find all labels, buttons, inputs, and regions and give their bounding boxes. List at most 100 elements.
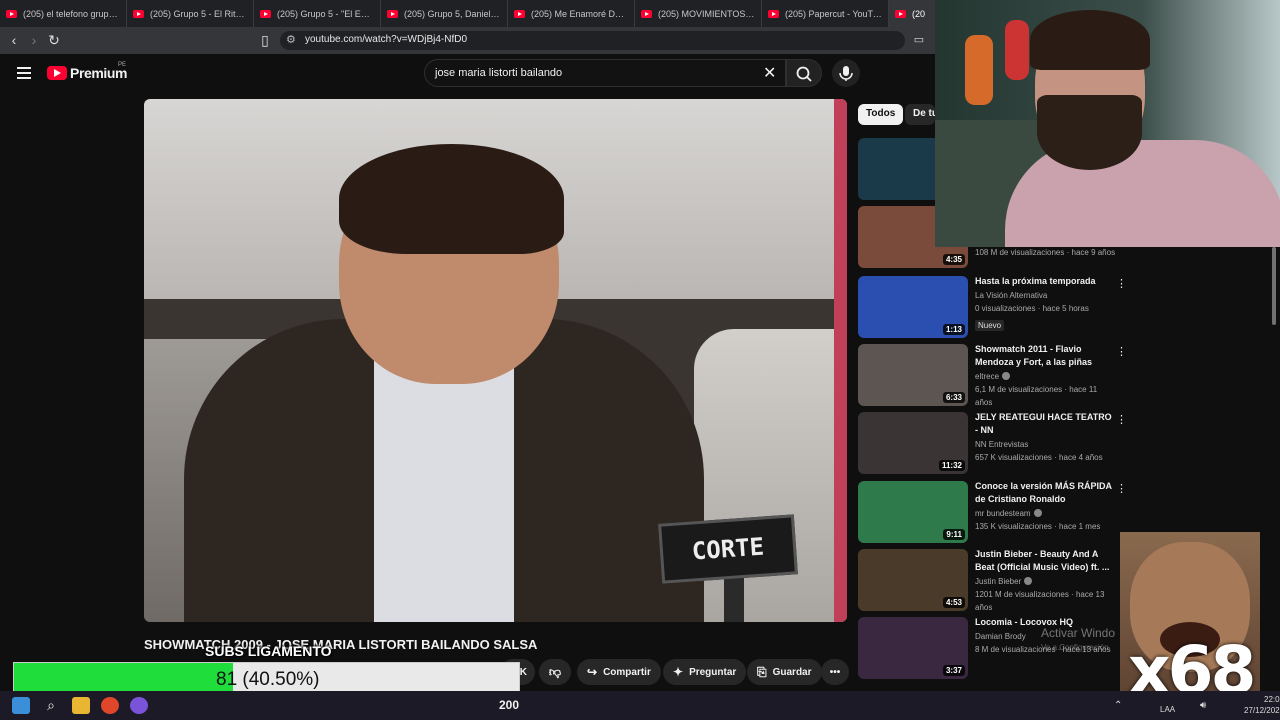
browser-tab[interactable]: (205) el telefono grupo 5 - [0,0,127,27]
channel-name[interactable]: NN Entrevistas [975,438,1115,451]
video-item-title[interactable]: Showmatch 2011 - Flavio Mendoza y Fort, … [975,343,1115,369]
bookmark-icon[interactable]: ▯ [257,32,273,48]
item-menu-icon[interactable]: ⋮ [1116,345,1127,358]
channel-name[interactable]: La Visión Alternativa [975,289,1115,302]
channel-label: La Visión Alternativa [975,291,1048,300]
scrollbar-thumb[interactable] [1272,247,1276,325]
video-meta-partial: 108 M de visualizaciones · hace 9 años [975,248,1116,257]
channel-name[interactable]: Justin Bieber [975,575,1115,588]
menu-icon[interactable] [17,67,31,79]
address-bar[interactable]: ⚙ youtube.com/watch?v=WDjBj4-NfD0 [280,31,905,50]
search-input[interactable]: jose maria listorti bailando ✕ [424,59,786,87]
duration-badge: 4:35 [942,254,965,265]
video-info[interactable]: Showmatch 2011 - Flavio Mendoza y Fort, … [975,343,1115,409]
browser-tab[interactable]: (205) Grupo 5 - "El Embruj [254,0,381,27]
ask-button[interactable]: ✦ Preguntar [663,659,747,685]
youtube-favicon-icon [387,9,398,18]
youtube-favicon-icon [133,9,144,18]
browser-tab[interactable]: (205) Grupo 5 - El Ritmo d [127,0,254,27]
browser-tab-strip: (205) el telefono grupo 5 - (205) Grupo 5… [0,0,935,27]
system-clock[interactable]: 22:03 27/12/2025 [1244,694,1280,716]
save-button[interactable]: ⎘ Guardar [747,659,822,685]
browser-tab[interactable]: (205) Grupo 5, Daniela Dar [381,0,508,27]
mic-icon [839,66,853,81]
reload-icon[interactable]: ↻ [46,32,62,48]
item-menu-icon[interactable]: ⋮ [1116,482,1127,495]
taskbar-counter: 200 [499,698,520,712]
video-info[interactable]: Hasta la próxima temporada La Visión Alte… [975,275,1115,333]
activate-windows-watermark: Activar Windo [1041,626,1116,640]
search-taskbar-icon[interactable]: ⌕ [42,697,60,714]
channel-name[interactable]: eltrece [975,370,1115,383]
webcam-overlay [935,0,1280,247]
chip-todos[interactable]: Todos [858,104,904,125]
youtube-favicon-icon [260,9,271,18]
video-item-title[interactable]: JELY REATEGUI HACE TEATRO - NN [975,411,1115,437]
sidebar-scrollbar[interactable] [1270,247,1278,687]
video-info[interactable]: Justin Bieber - Beauty And A Beat (Offic… [975,548,1115,614]
video-thumbnail[interactable]: 1:13 [858,276,968,338]
share-button[interactable]: ↪ Compartir [577,659,661,685]
voice-search-button[interactable] [832,59,860,87]
channel-label: mr bundesteam [975,509,1031,518]
video-thumbnail[interactable]: 9:11 [858,481,968,543]
like-count: K [519,666,527,678]
duration-badge: 3:37 [942,665,965,676]
video-meta: 6,1 M de visualizaciones · hace 11 años [975,385,1098,407]
chip-de-tu[interactable]: De tu [905,104,935,125]
browser-tab[interactable]: (205) Me Enamoré De Ti, Y [508,0,635,27]
video-item-title[interactable]: Justin Bieber - Beauty And A Beat (Offic… [975,548,1115,574]
channel-label: Justin Bieber [975,577,1022,586]
more-actions-button[interactable]: ••• [821,659,849,685]
browser-tab[interactable]: (205) Papercut - YouTube [762,0,889,27]
browser-tab[interactable]: (205) MOVIMIENTOS PARA [635,0,762,27]
subs-goal-title: SUBS LIGAMENTO [205,643,332,659]
thumbs-down-icon: 👎︎ [548,664,562,679]
meme-overlay: x68 [1120,532,1260,710]
channel-label: NN Entrevistas [975,440,1029,449]
site-info-icon[interactable]: ⚙ [286,33,296,46]
video-thumbnail[interactable]: 4:53 [858,549,968,611]
video-item-title[interactable]: Hasta la próxima temporada [975,275,1115,288]
language-indicator[interactable]: LAA [1160,705,1175,714]
duration-badge: 4:53 [942,597,965,608]
clear-search-icon[interactable]: ✕ [763,63,776,83]
brave-browser-icon[interactable] [101,697,119,714]
volume-icon[interactable]: 🔊︎ [1200,697,1218,714]
video-thumbnail[interactable]: 6:33 [858,344,968,406]
browser-toolbar: ‹ › ↻ ▯ ⚙ youtube.com/watch?v=WDjBj4-NfD… [0,27,935,54]
tab-title: (205) Grupo 5 - El Ritmo d [150,8,247,19]
file-explorer-icon[interactable] [72,697,90,714]
back-icon[interactable]: ‹ [6,32,22,48]
share-icon: ↪ [587,665,598,679]
subs-goal-value: 81 (40.50%) [216,669,320,690]
youtube-favicon-icon [514,9,525,18]
chat-app-icon[interactable] [130,697,148,714]
bookmark-save-icon: ⎘ [757,664,767,679]
tab-title: (205) el telefono grupo 5 - [23,8,120,19]
video-item-title[interactable]: Conoce la versión MÁS RÁPIDA de Cristian… [975,480,1115,506]
tab-title: (20 [912,8,926,19]
cast-icon[interactable]: ▭ [911,32,927,48]
item-menu-icon[interactable]: ⋮ [1116,413,1127,426]
channel-label: eltrece [975,372,1000,381]
youtube-favicon-icon [895,9,906,18]
youtube-logo-icon[interactable] [47,66,67,80]
video-meta: 135 K visualizaciones · hace 1 mes [975,522,1101,531]
start-icon[interactable] [12,697,30,714]
video-player[interactable]: CORTE [144,99,847,622]
youtube-header: Premium PE jose maria listorti bailando … [0,54,935,94]
channel-name[interactable]: mr bundesteam [975,507,1115,520]
youtube-favicon-icon [641,9,652,18]
item-menu-icon[interactable]: ⋮ [1116,277,1127,290]
browser-tab[interactable]: (20 [889,0,935,27]
tray-chevron-icon[interactable]: ⌃ [1114,697,1132,714]
video-info[interactable]: Conoce la versión MÁS RÁPIDA de Cristian… [975,480,1115,533]
video-thumbnail[interactable]: 3:37 [858,617,968,679]
forward-icon[interactable]: › [26,32,42,48]
dislike-button[interactable]: 👎︎ [539,659,571,685]
search-button[interactable] [786,59,822,87]
video-thumbnail[interactable]: 11:32 [858,412,968,474]
new-badge: Nuevo [975,320,1005,331]
video-info[interactable]: JELY REATEGUI HACE TEATRO - NN NN Entrevi… [975,411,1115,464]
